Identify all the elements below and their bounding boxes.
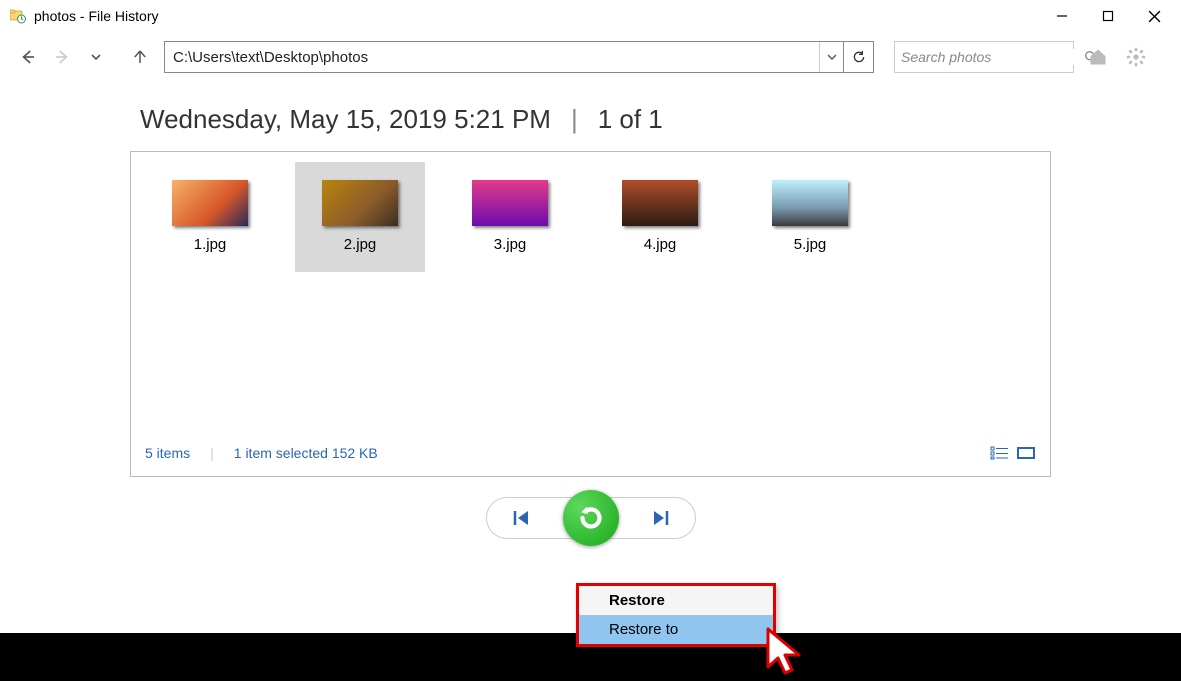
search-input[interactable]	[901, 49, 1083, 65]
page-indicator: 1 of 1	[598, 104, 663, 135]
details-view-button[interactable]	[990, 446, 1010, 460]
previous-version-button[interactable]	[511, 508, 533, 528]
item-count: 5 items	[145, 445, 190, 461]
minimize-button[interactable]	[1039, 1, 1085, 31]
forward-button[interactable]	[48, 43, 76, 71]
nav-pill	[486, 497, 696, 539]
up-button[interactable]	[126, 43, 154, 71]
search-box	[894, 41, 1074, 73]
folder-clock-icon	[10, 8, 26, 24]
file-name-label: 3.jpg	[494, 236, 527, 253]
address-dropdown-button[interactable]	[819, 42, 843, 72]
file-item[interactable]: 1.jpg	[145, 162, 275, 272]
file-item[interactable]: 2.jpg	[295, 162, 425, 272]
next-version-button[interactable]	[649, 508, 671, 528]
status-bar: 5 items | 1 item selected 152 KB	[145, 440, 1036, 466]
file-thumbnail	[172, 180, 248, 226]
toolbar	[0, 32, 1181, 82]
file-thumbnail	[622, 180, 698, 226]
close-button[interactable]	[1131, 1, 1177, 31]
address-bar	[164, 41, 874, 73]
context-menu: Restore Restore to	[576, 583, 776, 647]
file-name-label: 4.jpg	[644, 236, 677, 253]
file-item[interactable]: 5.jpg	[745, 162, 875, 272]
refresh-button[interactable]	[843, 42, 873, 72]
version-nav	[0, 497, 1181, 539]
file-thumbnail	[772, 180, 848, 226]
address-input[interactable]	[165, 42, 819, 72]
file-item[interactable]: 3.jpg	[445, 162, 575, 272]
thumbnails-view-button[interactable]	[1016, 446, 1036, 460]
menu-restore[interactable]: Restore	[579, 586, 773, 615]
restore-button[interactable]	[563, 490, 619, 546]
maximize-button[interactable]	[1085, 1, 1131, 31]
file-name-label: 2.jpg	[344, 236, 377, 253]
menu-restore-to[interactable]: Restore to	[579, 615, 773, 644]
file-name-label: 5.jpg	[794, 236, 827, 253]
file-grid[interactable]: 1.jpg 2.jpg 3.jpg 4.jpg 5.jpg	[145, 162, 1036, 440]
separator: |	[571, 104, 578, 135]
file-thumbnail	[472, 180, 548, 226]
version-header: Wednesday, May 15, 2019 5:21 PM | 1 of 1	[0, 82, 1181, 151]
home-button[interactable]	[1084, 43, 1112, 71]
back-button[interactable]	[14, 43, 42, 71]
history-dropdown-button[interactable]	[82, 43, 110, 71]
title-bar: photos - File History	[0, 0, 1181, 32]
file-listing: 1.jpg 2.jpg 3.jpg 4.jpg 5.jpg 5 items | 1 it…	[130, 151, 1051, 477]
file-name-label: 1.jpg	[194, 236, 227, 253]
version-datetime: Wednesday, May 15, 2019 5:21 PM	[140, 104, 551, 135]
settings-button[interactable]	[1122, 43, 1150, 71]
window-title: photos - File History	[34, 8, 158, 24]
window-controls	[1039, 1, 1177, 31]
file-item[interactable]: 4.jpg	[595, 162, 725, 272]
file-thumbnail	[322, 180, 398, 226]
selection-info: 1 item selected 152 KB	[234, 445, 378, 461]
